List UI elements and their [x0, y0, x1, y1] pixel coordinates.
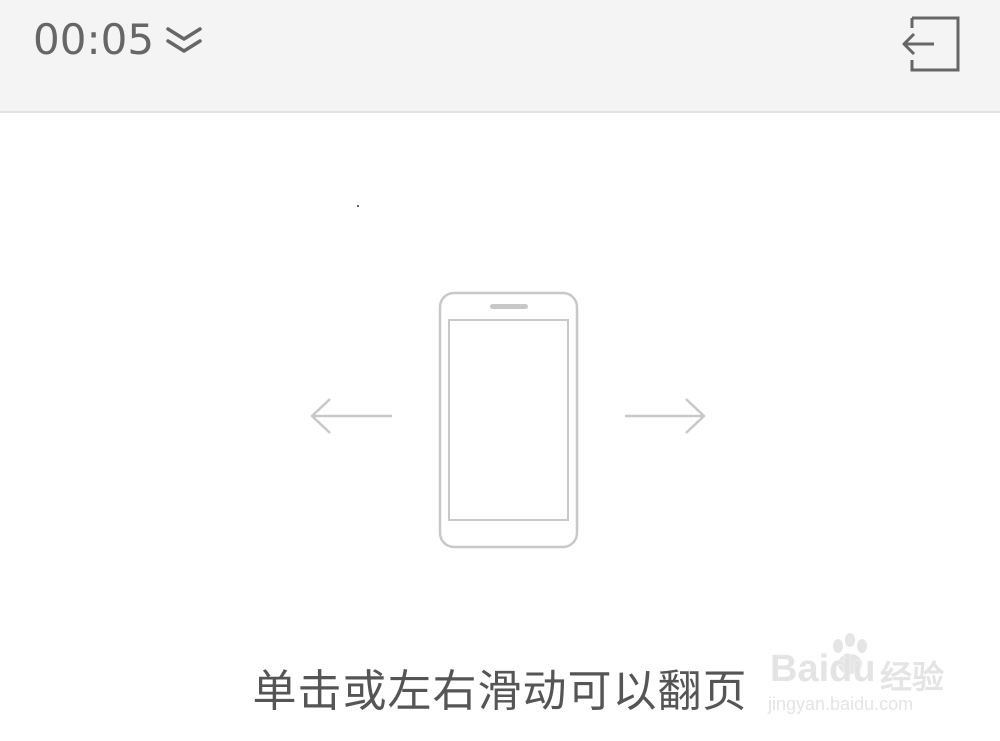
- arrow-right-icon: [625, 398, 706, 434]
- top-toolbar: 00:05: [0, 0, 1000, 113]
- phone-outline: [438, 291, 579, 549]
- watermark-brand-cn: 经验: [880, 658, 945, 696]
- arrow-left-icon: [310, 398, 392, 434]
- page-root: 00:05 单击或左右滑动可以翻页 Baidu 经验 jingyan.baidu…: [0, 0, 1000, 741]
- stray-dot: [357, 205, 359, 207]
- reading-timer: 00:05: [33, 15, 155, 64]
- phone-swipe-icon: [300, 285, 720, 555]
- exit-reader-icon[interactable]: [900, 14, 962, 76]
- watermark-brand-latin: Baidu: [770, 648, 876, 690]
- baidu-jingyan-watermark: Baidu 经验 jingyan.baidu.com: [762, 632, 962, 722]
- watermark-url: jingyan.baidu.com: [768, 694, 914, 714]
- double-chevron-down-icon[interactable]: [164, 24, 204, 58]
